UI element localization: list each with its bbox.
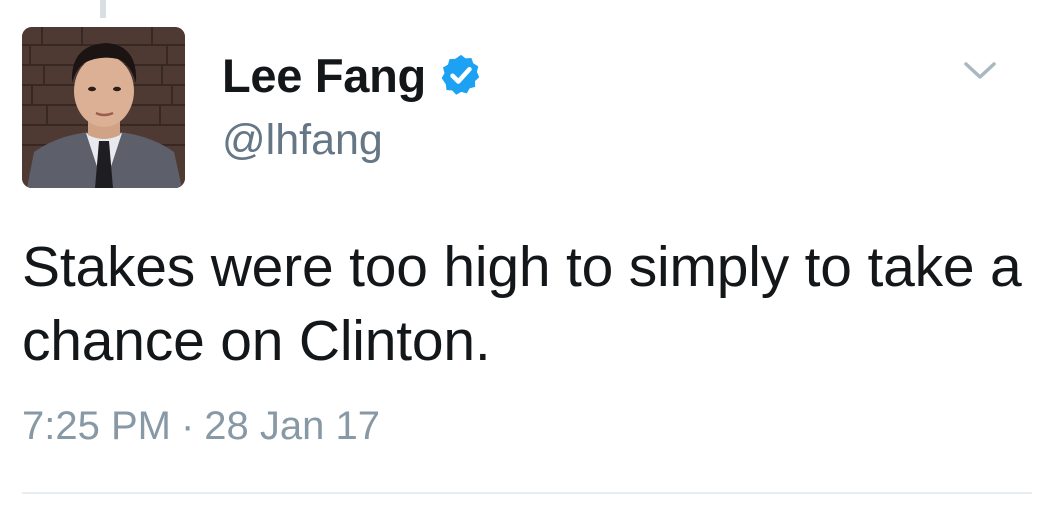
thread-connector-line [100, 0, 106, 18]
author-display-name[interactable]: Lee Fang [222, 48, 426, 103]
verified-badge-icon [438, 52, 484, 98]
name-row: Lee Fang [222, 44, 484, 106]
tweet-date: 28 Jan 17 [204, 404, 380, 448]
avatar[interactable] [22, 27, 185, 188]
author-block[interactable]: Lee Fang @lhfang [222, 44, 484, 165]
divider [22, 492, 1032, 494]
tweet-text: Stakes were too high to simply to take a… [22, 235, 1022, 373]
chevron-down-icon[interactable] [960, 56, 1000, 86]
tweet-time: 7:25 PM [22, 404, 171, 448]
meta-separator: · [180, 404, 195, 448]
tweet-card: Lee Fang @lhfang Stakes were too high to… [0, 0, 1064, 509]
author-handle[interactable]: @lhfang [222, 116, 484, 165]
tweet-timestamp[interactable]: 7:25 PM · 28 Jan 17 [22, 404, 380, 449]
